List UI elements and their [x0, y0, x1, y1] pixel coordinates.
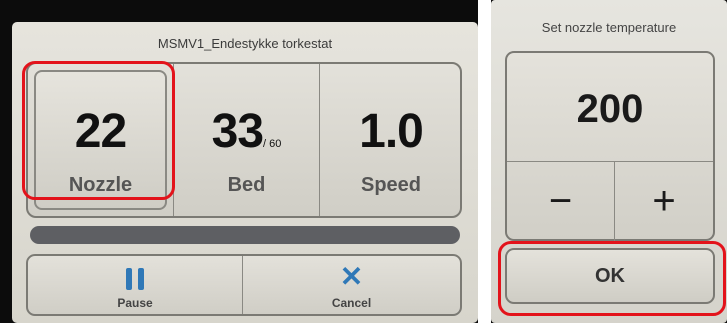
cancel-button[interactable]: ✕ Cancel	[243, 256, 460, 314]
temperature-stepper: − +	[507, 161, 713, 242]
speed-tile[interactable]: 1.0 Speed	[320, 64, 462, 216]
nozzle-temperature: 22	[74, 105, 127, 158]
bed-tile[interactable]: 33/ 60 Bed	[174, 64, 320, 216]
cancel-label: Cancel	[331, 296, 372, 310]
print-progress-bar	[30, 226, 460, 244]
temperature-panel: 200 − +	[505, 51, 715, 242]
set-temperature-title: Set nozzle temperature	[541, 20, 677, 35]
speed-label: Speed	[360, 174, 422, 196]
bed-temperature-target: / 60	[263, 138, 282, 150]
increase-button[interactable]: +	[615, 162, 713, 242]
pause-button[interactable]: Pause	[28, 256, 243, 314]
ok-button[interactable]: OK	[505, 248, 715, 304]
close-icon: ✕	[339, 261, 364, 292]
printer-main-screen: MSMV1_Endestykke torkestat 22 Nozzle 33/…	[12, 22, 478, 323]
decrease-button[interactable]: −	[507, 162, 615, 242]
pause-label: Pause	[117, 296, 153, 310]
nozzle-tile[interactable]: 22 Nozzle	[28, 64, 174, 216]
nozzle-label: Nozzle	[68, 174, 133, 196]
target-temperature-value: 200	[576, 87, 644, 131]
set-temperature-screen: Set nozzle temperature 200 − + OK	[491, 0, 727, 323]
bed-label: Bed	[227, 174, 266, 196]
status-panel: 22 Nozzle 33/ 60 Bed 1.0 Speed	[26, 62, 462, 218]
speed-value: 1.0	[359, 105, 424, 158]
action-panel: Pause ✕ Cancel	[26, 254, 462, 316]
job-title: MSMV1_Endestykke torkestat	[157, 36, 333, 51]
temperature-screen-photo: Set nozzle temperature 200 − + OK	[491, 0, 727, 323]
pause-icon	[126, 268, 144, 290]
print-progress-fill	[30, 226, 460, 244]
bed-temperature: 33/ 60	[174, 104, 319, 159]
main-screen-photo: MSMV1_Endestykke torkestat 22 Nozzle 33/…	[0, 0, 478, 323]
bed-temperature-current: 33	[211, 105, 264, 158]
